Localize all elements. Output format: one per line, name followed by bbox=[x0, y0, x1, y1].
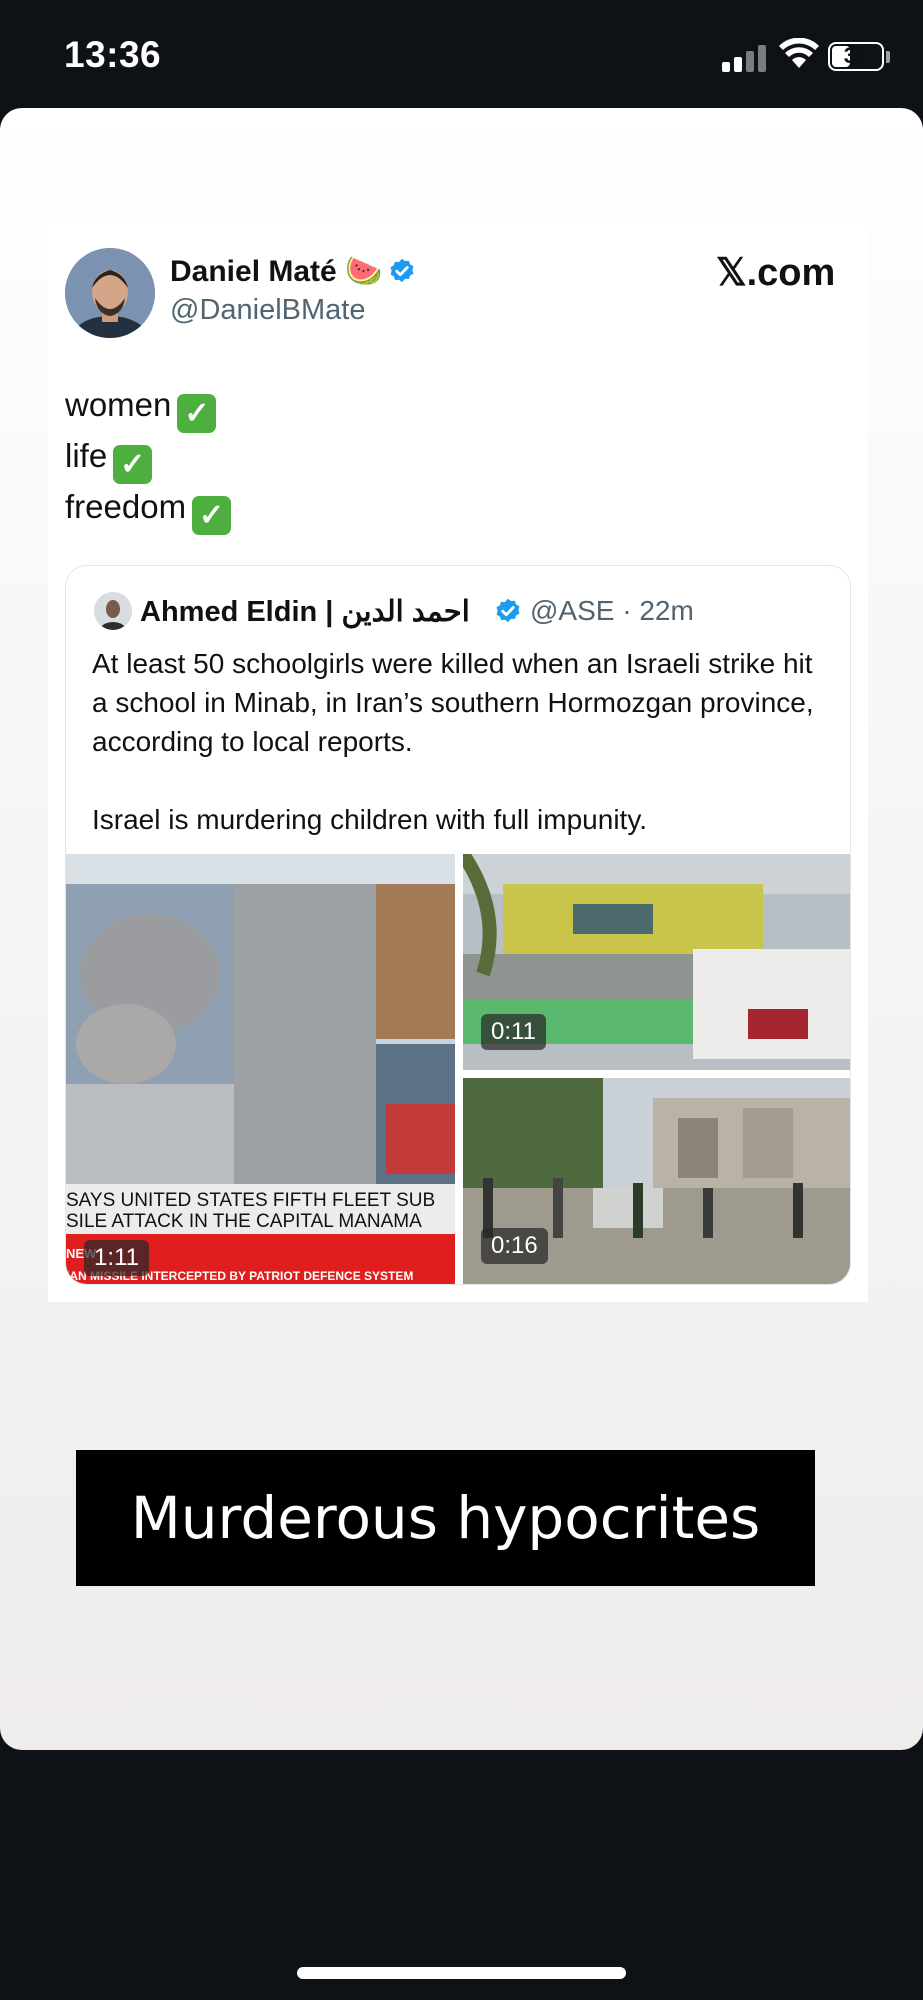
tweet-card[interactable]: Daniel Maté 🍉 @DanielBMate 𝕏.com women ✓ … bbox=[48, 220, 868, 1302]
avatar[interactable] bbox=[65, 248, 155, 338]
video-thumbnail[interactable]: 0:11 bbox=[463, 854, 850, 1070]
check-mark-icon: ✓ bbox=[113, 445, 153, 484]
story-frame[interactable]: Daniel Maté 🍉 @DanielBMate 𝕏.com women ✓ … bbox=[0, 108, 923, 1750]
status-time: 13:36 bbox=[64, 34, 162, 75]
author-handle[interactable]: @DanielBMate bbox=[170, 294, 365, 327]
verified-badge-icon bbox=[496, 598, 520, 623]
author-name-text: Daniel Maté 🍉 bbox=[170, 255, 383, 288]
video-duration: 1:11 bbox=[84, 1240, 149, 1276]
home-indicator[interactable] bbox=[297, 1967, 626, 1979]
battery-icon: 39 bbox=[828, 42, 884, 71]
tweet-line-text: women bbox=[65, 386, 172, 423]
video-thumbnail[interactable]: SAYS UNITED STATES FIFTH FLEET SUB SILE … bbox=[66, 854, 455, 1284]
check-mark-icon: ✓ bbox=[177, 394, 217, 433]
tweet-line-text: freedom bbox=[65, 488, 187, 525]
wifi-icon bbox=[779, 38, 819, 68]
x-logo: 𝕏.com bbox=[716, 252, 836, 294]
quoted-author-name[interactable]: Ahmed Eldin | احمد الدين bbox=[140, 594, 470, 629]
video-duration: 0:11 bbox=[481, 1014, 546, 1050]
media-grid: SAYS UNITED STATES FIFTH FLEET SUB SILE … bbox=[66, 854, 850, 1284]
quoted-text: At least 50 schoolgirls were killed when… bbox=[92, 644, 832, 839]
tweet-text: women ✓ life ✓ freedom ✓ bbox=[65, 382, 232, 535]
check-mark-icon: ✓ bbox=[192, 496, 232, 535]
caption-box: Murderous hypocrites bbox=[76, 1450, 815, 1586]
video-duration: 0:16 bbox=[481, 1228, 548, 1264]
cellular-signal-icon bbox=[722, 44, 768, 72]
quoted-avatar[interactable] bbox=[94, 592, 132, 630]
tweet-line: freedom ✓ bbox=[65, 484, 232, 535]
quoted-paragraph: Israel is murdering children with full i… bbox=[92, 804, 648, 835]
video-thumbnail[interactable]: 0:16 bbox=[463, 1078, 850, 1284]
author-name[interactable]: Daniel Maté 🍉 bbox=[170, 254, 416, 289]
battery-percent: 39 bbox=[843, 43, 869, 68]
news-ticker: SAYS UNITED STATES FIFTH FLEET SUB SILE … bbox=[66, 1190, 455, 1232]
quoted-tweet[interactable]: Ahmed Eldin | احمد الدين @ASE · 22m At l… bbox=[65, 565, 851, 1285]
ticker-line: SAYS UNITED STATES FIFTH FLEET SUB bbox=[66, 1190, 436, 1211]
tweet-line: women ✓ bbox=[65, 382, 231, 433]
overlay-caption: Murderous hypocrites bbox=[130, 1484, 761, 1552]
tweet-line: life ✓ bbox=[65, 433, 231, 484]
verified-badge-icon bbox=[390, 258, 414, 283]
battery-tip bbox=[886, 51, 890, 63]
quoted-paragraph: At least 50 schoolgirls were killed when… bbox=[92, 648, 814, 757]
quoted-handle-time[interactable]: @ASE · 22m bbox=[530, 595, 694, 627]
tweet-line-text: life bbox=[65, 437, 108, 474]
status-bar: 13:36 39 bbox=[0, 0, 923, 110]
ticker-line: SILE ATTACK IN THE CAPITAL MANAMA bbox=[66, 1211, 422, 1232]
